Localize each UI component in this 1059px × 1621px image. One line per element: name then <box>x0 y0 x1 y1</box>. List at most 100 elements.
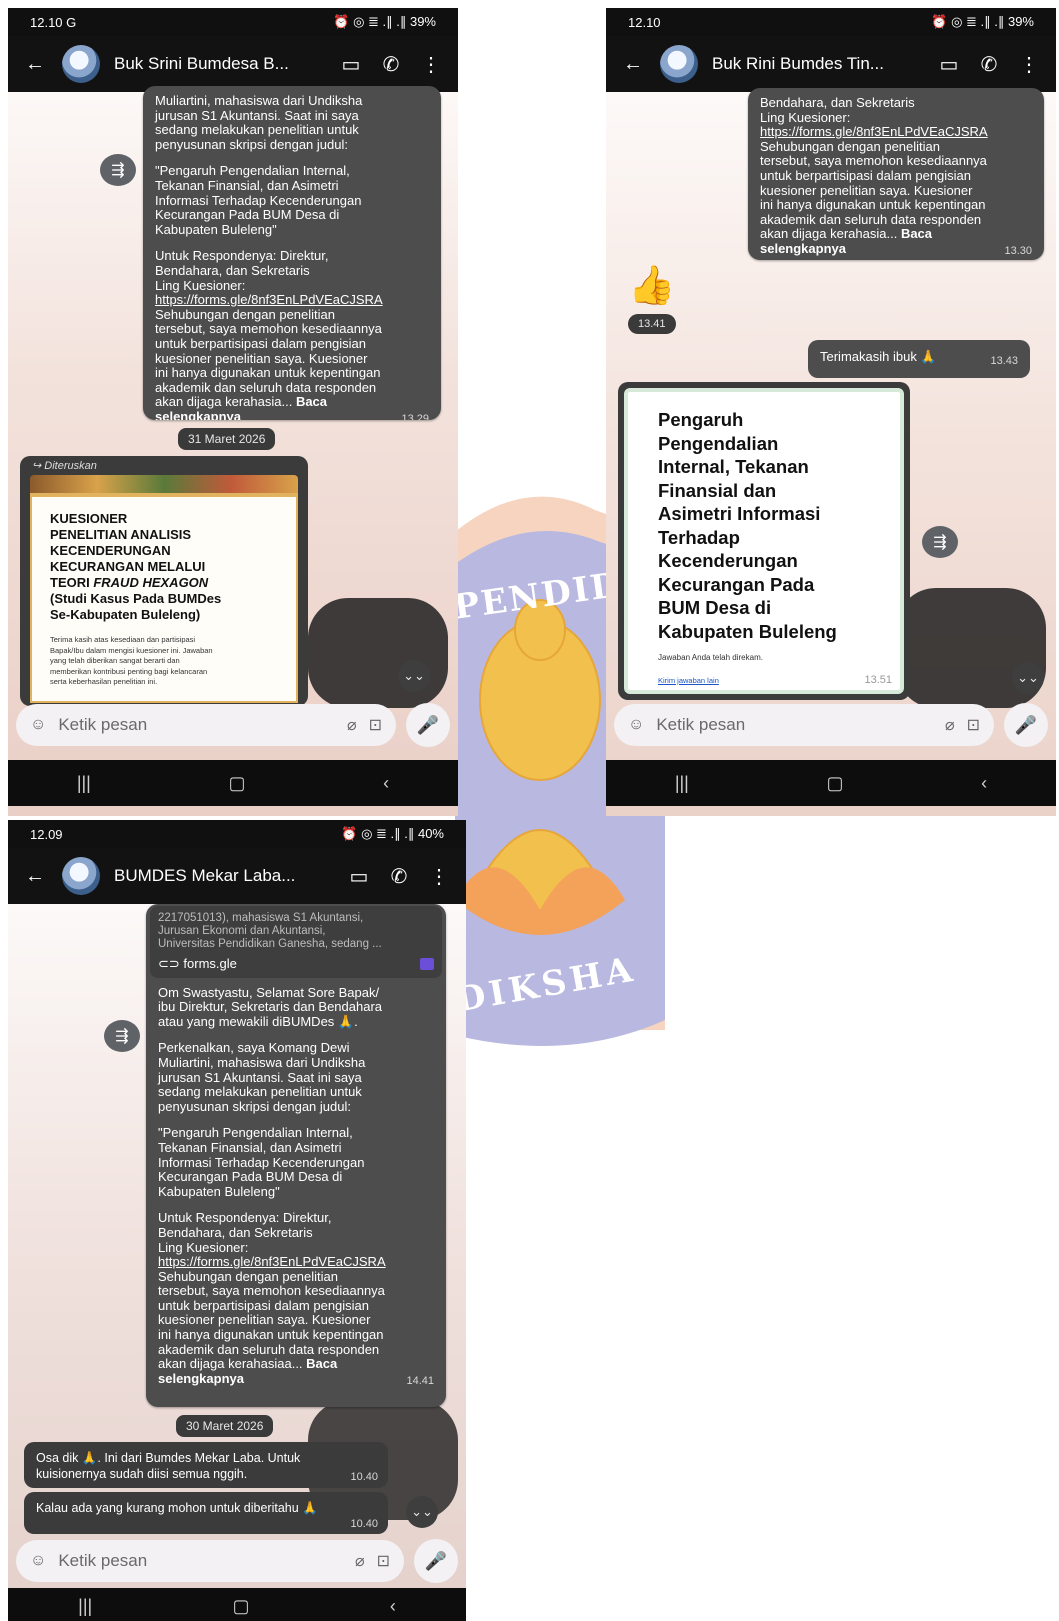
scroll-down-icon[interactable]: ⌄⌄ <box>406 1496 438 1528</box>
home-icon[interactable]: ▢ <box>826 773 843 794</box>
scroll-down-icon[interactable]: ⌄⌄ <box>1012 662 1044 694</box>
chat-title[interactable]: Buk Srini Bumdesa B... <box>114 54 324 74</box>
thumbs-up-sticker[interactable]: 👍 <box>628 264 675 308</box>
status-time: 12.09 <box>30 826 63 842</box>
scroll-down-icon[interactable]: ⌄⌄ <box>398 660 430 692</box>
message-input[interactable]: Ketik pesan <box>58 1551 343 1571</box>
chat-title[interactable]: BUMDES Mekar Laba... <box>114 866 332 886</box>
sticker-time: 13.41 <box>628 314 676 334</box>
mic-button[interactable]: 🎤 <box>414 1539 458 1583</box>
form-response-recorded: Jawaban Anda telah direkam. <box>658 653 763 662</box>
status-icons: ⏰ ◎ ≣ .∥ .∥ 39% <box>333 14 436 29</box>
received-message[interactable]: Kalau ada yang kurang mohon untuk diberi… <box>24 1492 388 1534</box>
sticker-icon[interactable]: ☺ <box>30 716 46 734</box>
more-options-icon[interactable]: ⋮ <box>418 51 444 77</box>
camera-icon[interactable]: ⊡ <box>377 1551 390 1571</box>
message-title-quote: "Pengaruh Pengendalian Internal, Tekanan… <box>158 1125 365 1199</box>
more-options-icon[interactable]: ⋮ <box>426 863 452 889</box>
camera-icon[interactable]: ⊡ <box>967 715 980 735</box>
attach-icon[interactable]: ⌀ <box>355 1551 365 1571</box>
forward-icon[interactable]: ⇶ <box>100 154 136 186</box>
avatar[interactable] <box>62 45 100 83</box>
message-time: 13.29 <box>401 412 429 420</box>
date-chip: 31 Maret 2026 <box>178 428 276 450</box>
form-link[interactable]: https://forms.gle/8nf3EnLPdVEaCJSRA <box>760 125 1032 140</box>
form-response-title: Pengaruh Pengendalian Internal, Tekanan … <box>658 409 837 642</box>
link-preview[interactable]: 2217051013), mahasiswa S1 Akuntansi, Jur… <box>150 906 442 978</box>
message-request: Sehubungan dengan penelitian tersebut, s… <box>158 1268 385 1372</box>
phone-screenshot-2: 12.10 ⏰ ◎ ≣ .∥ .∥ 39% ← Buk Rini Bumdes … <box>606 8 1056 816</box>
form-response-bubble[interactable]: Pengaruh Pengendalian Internal, Tekanan … <box>618 382 910 700</box>
mic-button[interactable]: 🎤 <box>1004 703 1048 747</box>
forward-icon[interactable]: ⇶ <box>104 1020 140 1052</box>
phone-screenshot-1: 12.10 G ⏰ ◎ ≣ .∥ .∥ 39% ← Buk Srini Bumd… <box>8 8 458 816</box>
message-paragraph: Muliartini, mahasiswa dari Undiksha juru… <box>155 93 363 152</box>
message-bubble[interactable]: Muliartini, mahasiswa dari Undiksha juru… <box>143 86 441 420</box>
recents-icon[interactable]: ||| <box>77 773 91 794</box>
link-icon: ⊂⊃ <box>158 956 180 971</box>
received-text: Kalau ada yang kurang mohon untuk diberi… <box>36 1501 318 1515</box>
form-header-image <box>30 475 298 493</box>
forwarded-card[interactable]: ↪ Diteruskan KUESIONER PENELITIAN ANALIS… <box>20 456 308 706</box>
phone-call-icon[interactable]: ✆ <box>976 51 1002 77</box>
chat-title[interactable]: Buk Rini Bumdes Tin... <box>712 54 922 74</box>
message-request: Sehubungan dengan penelitian tersebut, s… <box>760 138 987 242</box>
received-text: Osa dik 🙏. Ini dari Bumdes Mekar Laba. U… <box>36 1451 301 1481</box>
status-time: 12.10 <box>628 14 661 30</box>
message-greeting: Om Swastyastu, Selamat Sore Bapak/ ibu D… <box>158 984 383 1029</box>
message-bubble[interactable]: 2217051013), mahasiswa S1 Akuntansi, Jur… <box>146 904 446 1407</box>
message-input-bar[interactable]: ☺ Ketik pesan ⌀ ⊡ <box>614 704 994 746</box>
attach-icon[interactable]: ⌀ <box>347 715 357 735</box>
form-response-card: Pengaruh Pengendalian Internal, Tekanan … <box>624 388 904 694</box>
status-icons: ⏰ ◎ ≣ .∥ .∥ 39% <box>931 14 1034 29</box>
message-input[interactable]: Ketik pesan <box>58 715 335 735</box>
system-nav-bar: ||| ▢ ‹ <box>8 1588 466 1621</box>
avatar[interactable] <box>660 45 698 83</box>
received-message[interactable]: Osa dik 🙏. Ini dari Bumdes Mekar Laba. U… <box>24 1442 388 1488</box>
sticker-icon[interactable]: ☺ <box>30 1552 46 1570</box>
mic-icon: 🎤 <box>424 1550 448 1571</box>
home-icon[interactable]: ▢ <box>233 1596 250 1617</box>
form-title-part: (Studi Kasus Pada BUMDes Se-Kabupaten Bu… <box>50 591 222 622</box>
back-arrow-icon[interactable]: ← <box>22 863 48 889</box>
received-time: 10.40 <box>350 1471 378 1483</box>
status-icons: ⏰ ◎ ≣ .∥ .∥ 40% <box>341 826 444 841</box>
back-icon[interactable]: ‹ <box>390 1596 396 1617</box>
form-link[interactable]: https://forms.gle/8nf3EnLPdVEaCJSRA <box>158 1254 434 1270</box>
sticker-icon[interactable]: ☺ <box>628 716 644 734</box>
submit-another-link[interactable]: Kirim jawaban lain <box>658 676 870 685</box>
attach-icon[interactable]: ⌀ <box>945 715 955 735</box>
back-arrow-icon[interactable]: ← <box>620 51 646 77</box>
outgoing-message[interactable]: Terimakasih ibuk 🙏 13.43 <box>808 340 1030 378</box>
forward-icon[interactable]: ⇶ <box>922 526 958 558</box>
link-chip[interactable]: ⊂⊃ forms.gle <box>158 956 434 972</box>
recents-icon[interactable]: ||| <box>78 1596 92 1617</box>
back-icon[interactable]: ‹ <box>981 773 987 794</box>
avatar[interactable] <box>62 857 100 895</box>
camera-icon[interactable]: ⊡ <box>369 715 382 735</box>
forwarded-label: ↪ Diteruskan <box>20 456 308 475</box>
form-link[interactable]: https://forms.gle/8nf3EnLPdVEaCJSRA <box>155 293 429 308</box>
message-input-bar[interactable]: ☺ Ketik pesan ⌀ ⊡ <box>16 704 396 746</box>
phone-call-icon[interactable]: ✆ <box>386 863 412 889</box>
phone-screenshot-3: 12.09 ⏰ ◎ ≣ .∥ .∥ 40% ← BUMDES Mekar Lab… <box>8 820 466 1621</box>
message-input-bar[interactable]: ☺ Ketik pesan ⌀ ⊡ <box>16 1540 404 1582</box>
form-response-time: 13.51 <box>864 674 892 686</box>
back-icon[interactable]: ‹ <box>383 773 389 794</box>
message-input[interactable]: Ketik pesan <box>656 715 933 735</box>
video-call-icon[interactable]: ▭ <box>936 51 962 77</box>
more-options-icon[interactable]: ⋮ <box>1016 51 1042 77</box>
message-bubble[interactable]: Bendahara, dan Sekretaris Ling Kuesioner… <box>748 88 1044 260</box>
mic-button[interactable]: 🎤 <box>406 703 450 747</box>
back-arrow-icon[interactable]: ← <box>22 51 48 77</box>
message-title-quote: "Pengaruh Pengendalian Internal, Tekanan… <box>155 163 362 237</box>
chat-header: ← Buk Rini Bumdes Tin... ▭ ✆ ⋮ <box>606 36 1056 92</box>
form-description: Terima kasih atas kesediaan dan partisip… <box>50 635 213 686</box>
phone-call-icon[interactable]: ✆ <box>378 51 404 77</box>
link-chip-text: forms.gle <box>183 956 237 971</box>
message-respondent: Untuk Respondenya: Direktur, Bendahara, … <box>158 1210 332 1255</box>
video-call-icon[interactable]: ▭ <box>346 863 372 889</box>
video-call-icon[interactable]: ▭ <box>338 51 364 77</box>
recents-icon[interactable]: ||| <box>675 773 689 794</box>
home-icon[interactable]: ▢ <box>228 773 245 794</box>
